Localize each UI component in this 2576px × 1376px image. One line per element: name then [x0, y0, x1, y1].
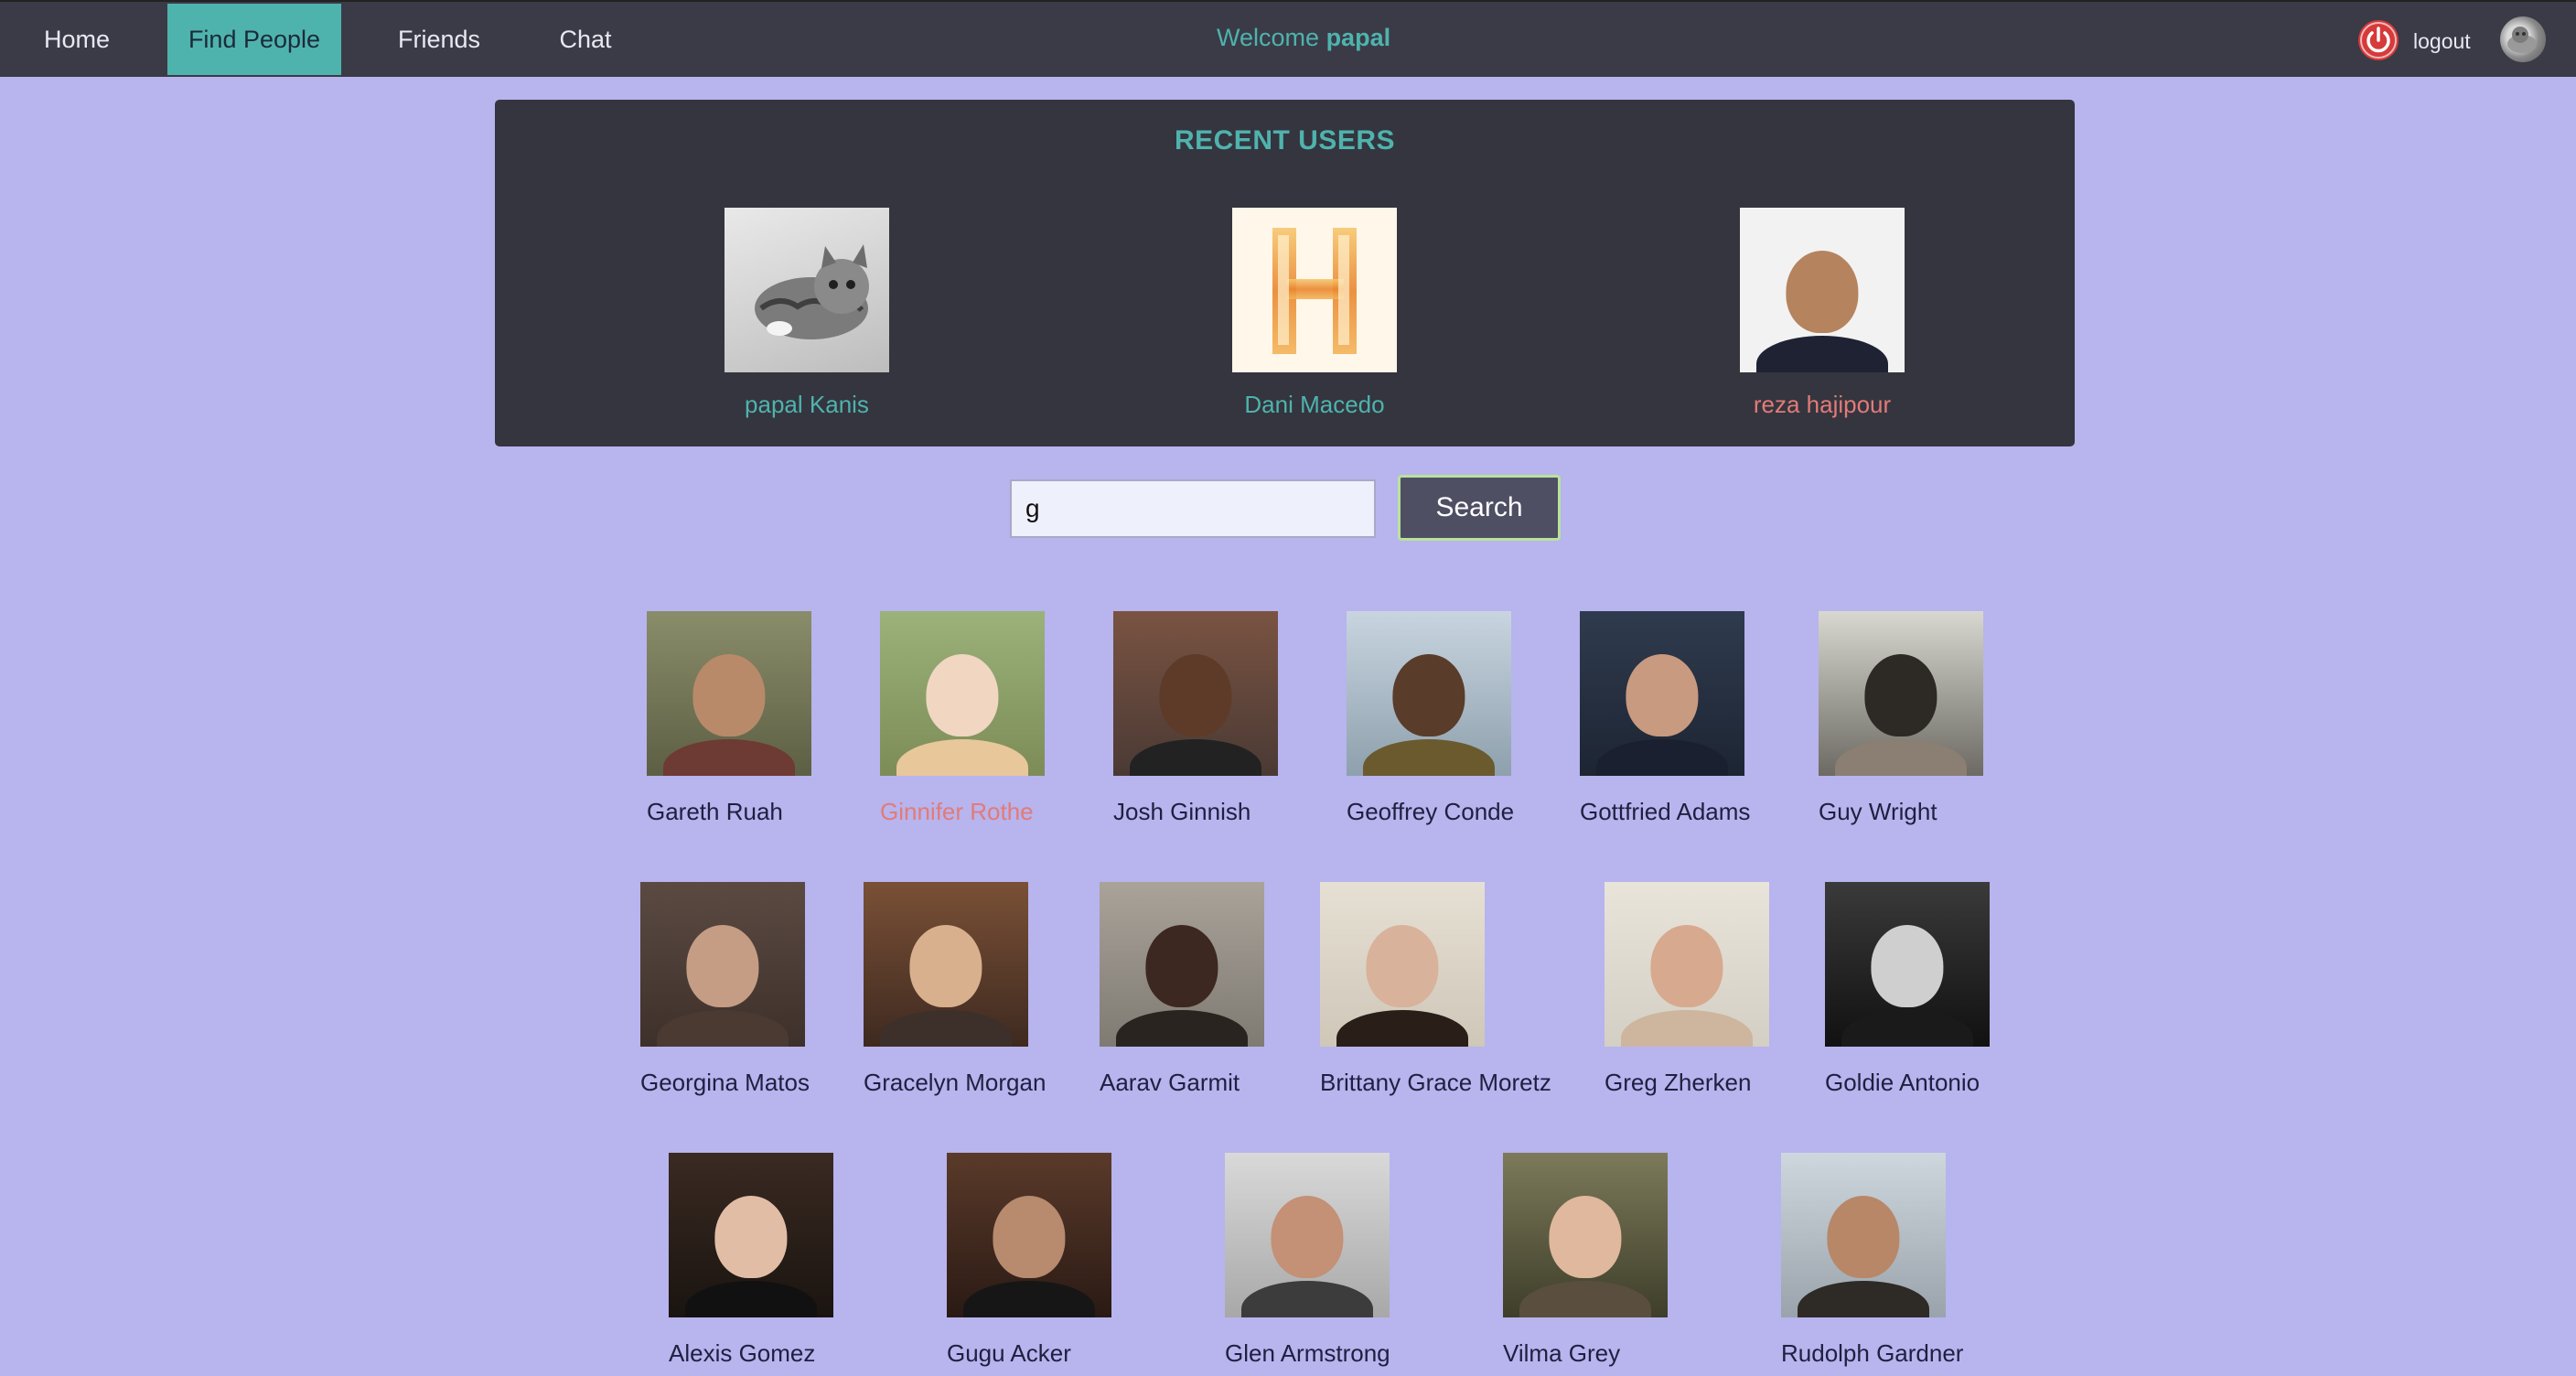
person-card[interactable]: Vilma Grey: [1503, 1153, 1741, 1368]
person-name[interactable]: Glen Armstrong: [1225, 1339, 1463, 1368]
recent-user-name[interactable]: Dani Macedo: [1177, 391, 1452, 419]
recent-users-title: RECENT USERS: [1174, 125, 1396, 156]
logout-link[interactable]: logout: [2413, 29, 2471, 54]
nav-friends[interactable]: Friends: [384, 4, 494, 75]
person-card[interactable]: Brittany Grace Moretz: [1320, 882, 1558, 1097]
person-name[interactable]: Greg Zherken: [1605, 1069, 1842, 1097]
user-photo[interactable]: [1740, 208, 1905, 372]
person-name[interactable]: Josh Ginnish: [1113, 798, 1351, 826]
person-name[interactable]: Gareth Ruah: [647, 798, 885, 826]
person-card[interactable]: Greg Zherken: [1605, 882, 1842, 1097]
person-name[interactable]: Ginnifer Rothe: [880, 798, 1118, 826]
welcome-prefix: Welcome: [1217, 24, 1320, 51]
person-photo[interactable]: [880, 611, 1045, 776]
person-card[interactable]: Alexis Gomez: [669, 1153, 907, 1368]
person-card[interactable]: Guy Wright: [1819, 611, 2056, 826]
nav-chat[interactable]: Chat: [540, 4, 631, 75]
search-button[interactable]: Search: [1398, 475, 1561, 541]
person-name[interactable]: Vilma Grey: [1503, 1339, 1741, 1368]
recent-users-panel: RECENT USERS papal Kanis Dani Macedo rez…: [495, 100, 2075, 446]
welcome-username: papal: [1326, 24, 1391, 51]
recent-user-card[interactable]: reza hajipour: [1685, 208, 1959, 419]
recent-user-card[interactable]: papal Kanis: [670, 208, 944, 419]
person-name[interactable]: Gugu Acker: [947, 1339, 1185, 1368]
person-photo[interactable]: [1225, 1153, 1390, 1317]
person-name[interactable]: Geoffrey Conde: [1347, 798, 1584, 826]
person-photo[interactable]: [640, 882, 805, 1047]
person-card[interactable]: Gottfried Adams: [1580, 611, 1818, 826]
person-name[interactable]: Alexis Gomez: [669, 1339, 907, 1368]
person-name[interactable]: Rudolph Gardner: [1781, 1339, 2019, 1368]
search-input[interactable]: [1010, 479, 1376, 538]
person-card[interactable]: Geoffrey Conde: [1347, 611, 1584, 826]
cat-avatar[interactable]: [724, 208, 889, 372]
person-card[interactable]: Ginnifer Rothe: [880, 611, 1118, 826]
person-photo[interactable]: [1347, 611, 1511, 776]
top-navbar: Home Find People Friends Chat Welcome pa…: [0, 0, 2576, 77]
person-photo[interactable]: [864, 882, 1028, 1047]
recent-user-name[interactable]: papal Kanis: [670, 391, 944, 419]
person-card[interactable]: Georgina Matos: [640, 882, 878, 1097]
person-photo[interactable]: [1320, 882, 1485, 1047]
person-photo[interactable]: [669, 1153, 833, 1317]
power-icon[interactable]: [2358, 20, 2399, 60]
person-name[interactable]: Gottfried Adams: [1580, 798, 1818, 826]
person-photo[interactable]: [947, 1153, 1111, 1317]
person-photo[interactable]: [1113, 611, 1278, 776]
person-name[interactable]: Gracelyn Morgan: [864, 1069, 1101, 1097]
person-photo[interactable]: [1580, 611, 1744, 776]
user-avatar[interactable]: [2500, 16, 2546, 62]
person-photo[interactable]: [1100, 882, 1264, 1047]
recent-user-name[interactable]: reza hajipour: [1685, 391, 1959, 419]
person-card[interactable]: Rudolph Gardner: [1781, 1153, 2019, 1368]
person-name[interactable]: Brittany Grace Moretz: [1320, 1069, 1558, 1097]
person-photo[interactable]: [1819, 611, 1983, 776]
person-card[interactable]: Goldie Antonio: [1825, 882, 2063, 1097]
person-card[interactable]: Josh Ginnish: [1113, 611, 1351, 826]
person-photo[interactable]: [1825, 882, 1990, 1047]
person-card[interactable]: Gareth Ruah: [647, 611, 885, 826]
person-photo[interactable]: [1605, 882, 1769, 1047]
person-card[interactable]: Gracelyn Morgan: [864, 882, 1101, 1097]
person-card[interactable]: Glen Armstrong: [1225, 1153, 1463, 1368]
person-card[interactable]: Aarav Garmit: [1100, 882, 1337, 1097]
recent-user-card[interactable]: Dani Macedo: [1177, 208, 1452, 419]
person-photo[interactable]: [1781, 1153, 1946, 1317]
person-name[interactable]: Guy Wright: [1819, 798, 2056, 826]
person-name[interactable]: Goldie Antonio: [1825, 1069, 2063, 1097]
nav-find-people[interactable]: Find People: [167, 4, 341, 75]
person-photo[interactable]: [1503, 1153, 1668, 1317]
welcome-message: Welcome papal: [1217, 24, 1390, 52]
person-name[interactable]: Aarav Garmit: [1100, 1069, 1337, 1097]
nav-home[interactable]: Home: [26, 4, 128, 75]
person-name[interactable]: Georgina Matos: [640, 1069, 878, 1097]
flame-letter-avatar[interactable]: [1232, 208, 1397, 372]
person-card[interactable]: Gugu Acker: [947, 1153, 1185, 1368]
person-photo[interactable]: [647, 611, 811, 776]
